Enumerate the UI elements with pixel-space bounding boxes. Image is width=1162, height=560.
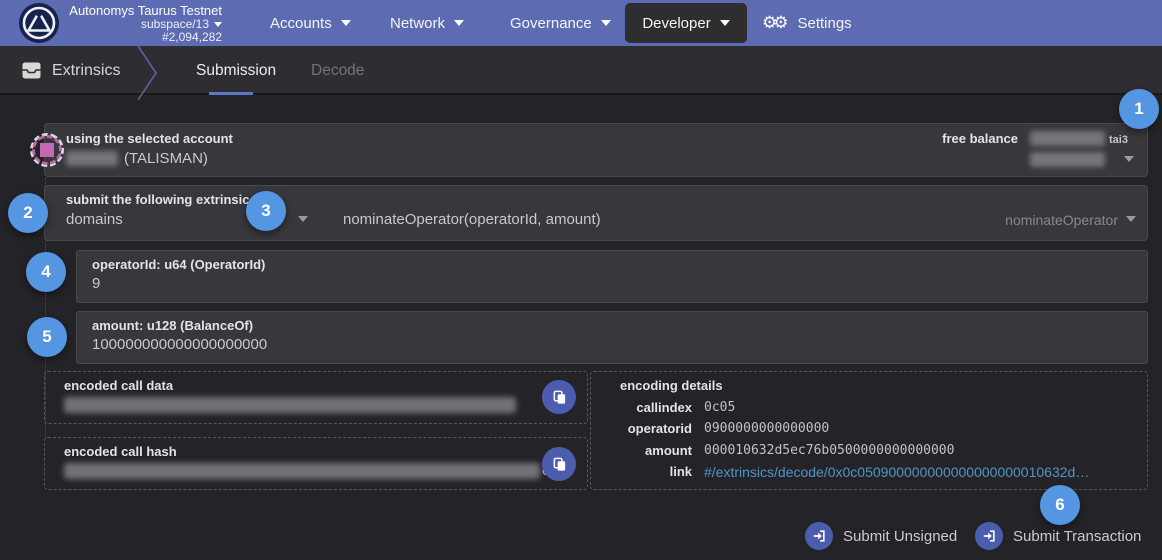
sign-in-icon — [975, 522, 1003, 550]
breadcrumb-chevron-divider — [135, 46, 159, 100]
amount-label: amount — [572, 443, 692, 458]
chevron-down-icon — [601, 20, 611, 26]
copy-call-data-button[interactable] — [542, 380, 576, 414]
encoded-call-hash-redacted — [64, 463, 540, 479]
nav-item-developer[interactable]: Developer — [625, 3, 747, 43]
account-source-label: (TALISMAN) — [124, 150, 208, 167]
free-balance-label: free balance — [938, 131, 1018, 146]
method-dropdown-chevron-icon[interactable] — [1126, 216, 1136, 222]
account-dropdown-chevron-icon[interactable] — [1124, 156, 1134, 162]
chain-name: Autonomys Taurus Testnet — [58, 3, 222, 18]
autonomys-logo-icon[interactable] — [17, 1, 61, 45]
nav-item-governance[interactable]: Governance — [510, 0, 611, 46]
method-name-hint: nominateOperator — [960, 212, 1118, 228]
submit-transaction-button[interactable]: Submit Transaction — [975, 522, 1141, 550]
annotation-circle-6: 6 — [1040, 485, 1080, 525]
nav-item-network[interactable]: Network — [390, 0, 464, 46]
nav-item-accounts[interactable]: Accounts — [270, 0, 351, 46]
submit-unsigned-button[interactable]: Submit Unsigned — [805, 522, 957, 550]
account-address-redacted — [1030, 152, 1105, 167]
settings-gears-icon: ⚙⚙ — [762, 13, 784, 33]
param-amount-label: amount: u128 (BalanceOf) — [92, 318, 253, 333]
callindex-label: callindex — [572, 400, 692, 415]
section-dropdown[interactable]: domains — [66, 211, 123, 228]
nav-item-settings[interactable]: ⚙⚙ Settings — [762, 0, 852, 46]
account-identicon — [29, 132, 65, 168]
decode-link[interactable]: #/extrinsics/decode/0x0c0509000000000000… — [704, 464, 1089, 480]
encoded-call-data-redacted — [64, 397, 516, 413]
tab-decode[interactable]: Decode — [311, 46, 364, 95]
tab-submission[interactable]: Submission — [196, 46, 276, 95]
extrinsics-page: Autonomys Taurus Testnet subspace/13 #2,… — [0, 0, 1162, 560]
account-select-label: using the selected account — [66, 131, 233, 146]
param-amount-value[interactable]: 100000000000000000000 — [92, 336, 267, 353]
annotation-circle-4: 4 — [26, 252, 66, 292]
copy-icon — [552, 390, 567, 405]
tab-bar — [0, 46, 1162, 95]
balance-unit: tai3 — [1109, 134, 1128, 146]
chevron-down-icon — [720, 20, 730, 26]
copy-call-hash-button[interactable] — [542, 447, 576, 481]
free-balance-value-redacted — [1030, 131, 1105, 146]
param-operatorid-value[interactable]: 9 — [92, 275, 100, 292]
active-tab-underline — [209, 92, 253, 95]
encoded-call-hash-label: encoded call hash — [64, 444, 177, 459]
extrinsics-inbox-icon — [22, 62, 41, 79]
operatorid-label: operatorid — [572, 421, 692, 436]
annotation-circle-2: 2 — [8, 193, 48, 233]
chevron-down-icon — [214, 22, 222, 27]
encoded-call-data-label: encoded call data — [64, 378, 173, 393]
method-dropdown[interactable]: nominateOperator(operatorId, amount) — [343, 211, 601, 228]
encoding-details-title: encoding details — [620, 378, 723, 393]
annotation-circle-5: 5 — [27, 317, 67, 357]
param-operatorid-label: operatorId: u64 (OperatorId) — [92, 257, 265, 272]
section-dropdown-chevron-icon[interactable] — [298, 216, 308, 222]
chevron-down-icon — [341, 20, 351, 26]
copy-icon — [552, 457, 567, 472]
chevron-down-icon — [454, 20, 464, 26]
operatorid-value: 0900000000000000 — [704, 421, 829, 436]
amount-value: 000010632d5ec76b0500000000000000 — [704, 443, 954, 458]
best-block-number: #2,094,282 — [58, 31, 222, 44]
link-label: link — [572, 464, 692, 479]
annotation-circle-1: 1 — [1119, 89, 1159, 129]
chain-info[interactable]: Autonomys Taurus Testnet subspace/13 #2,… — [58, 3, 222, 44]
section-title-extrinsics: Extrinsics — [22, 46, 120, 95]
sign-in-icon — [805, 522, 833, 550]
callindex-value: 0c05 — [704, 400, 735, 415]
extrinsic-select-label: submit the following extrinsic — [66, 192, 249, 207]
account-name-redacted — [66, 151, 118, 166]
annotation-circle-3: 3 — [246, 191, 286, 231]
